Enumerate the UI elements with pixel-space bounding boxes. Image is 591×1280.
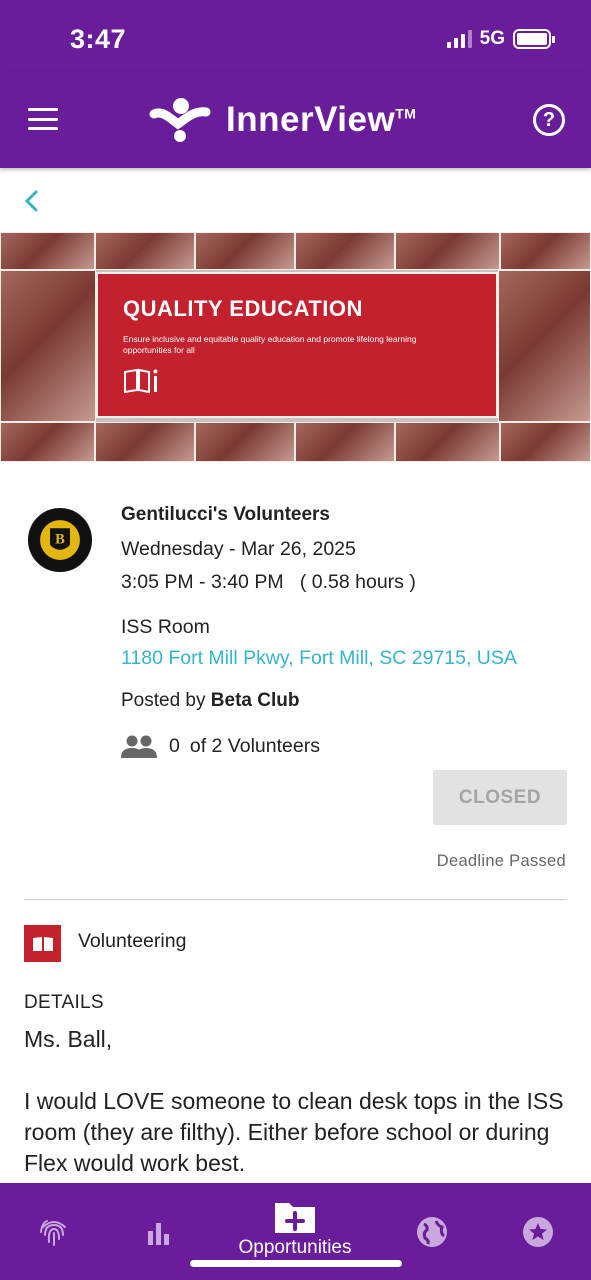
address-link[interactable]: 1180 Fort Mill Pkwy, Fort Mill, SC 29715… <box>121 647 571 670</box>
battery-icon <box>513 29 555 49</box>
nav-label-opportunities: Opportunities <box>238 1237 352 1258</box>
nav-fingerprint[interactable] <box>34 1183 74 1280</box>
globe-icon <box>417 1217 447 1247</box>
people-icon <box>121 735 157 758</box>
logo-text: InnerViewTM <box>226 100 417 139</box>
event-date: Wednesday - Mar 26, 2025 <box>121 538 356 560</box>
open-book-icon <box>32 936 53 951</box>
details-body: Ms. Ball, I would LOVE someone to clean … <box>24 1024 569 1179</box>
category-icon <box>24 925 61 962</box>
fingerprint-icon <box>40 1220 66 1246</box>
svg-text:B: B <box>55 532 65 548</box>
details-heading: DETAILS <box>24 992 104 1013</box>
open-book-icon <box>124 368 158 394</box>
org-name: Gentilucci's Volunteers <box>121 504 330 525</box>
beta-club-logo: B <box>28 508 92 572</box>
app-logo: InnerViewTM <box>148 94 416 146</box>
network-label: 5G <box>479 28 505 49</box>
event-time: 3:05 PM - 3:40 PM ( 0.58 hours ) <box>121 571 416 593</box>
nav-achievements[interactable] <box>520 1183 556 1280</box>
nav-stats[interactable] <box>142 1183 176 1280</box>
help-icon[interactable]: ? <box>533 104 565 136</box>
deadline-text: Deadline Passed <box>436 852 566 870</box>
sdg-banner-image: QUALITY EDUCATION Ensure inclusive and e… <box>0 232 591 462</box>
status-indicators: 5G <box>446 28 555 50</box>
volunteers-total: of 2 Volunteers <box>189 734 320 757</box>
innerview-logo-icon <box>149 98 211 142</box>
event-info: Gentilucci's Volunteers Wednesday - Mar … <box>121 500 571 758</box>
details-paragraph: Ms. Ball, <box>24 1026 113 1052</box>
details-paragraph: I would LOVE someone to clean desk tops … <box>24 1088 564 1176</box>
folder-plus-icon <box>275 1203 315 1233</box>
divider <box>24 899 567 900</box>
back-chevron-icon[interactable] <box>20 186 44 216</box>
menu-icon[interactable] <box>28 108 58 130</box>
bar-chart-icon <box>148 1223 169 1245</box>
location-name: ISS Room <box>121 616 210 638</box>
volunteers-count: 0 <box>169 734 180 757</box>
banner-subtitle: Ensure inclusive and equitable quality e… <box>123 334 417 355</box>
posted-by: Posted by Beta Club <box>121 690 300 711</box>
nav-globe[interactable] <box>414 1183 450 1280</box>
status-time: 3:47 <box>70 24 127 54</box>
home-indicator <box>190 1260 402 1267</box>
closed-status-button[interactable]: CLOSED <box>433 770 567 825</box>
star-badge-icon <box>523 1217 553 1247</box>
category-label: Volunteering <box>78 930 187 952</box>
status-bar: 3:47 5G <box>0 0 591 72</box>
signal-icon <box>446 30 472 48</box>
banner-card: QUALITY EDUCATION Ensure inclusive and e… <box>96 272 498 418</box>
volunteers-row: 0 of 2 Volunteers <box>121 734 571 758</box>
banner-title: QUALITY EDUCATION <box>123 296 363 321</box>
app-bar: InnerViewTM ? <box>0 72 591 168</box>
